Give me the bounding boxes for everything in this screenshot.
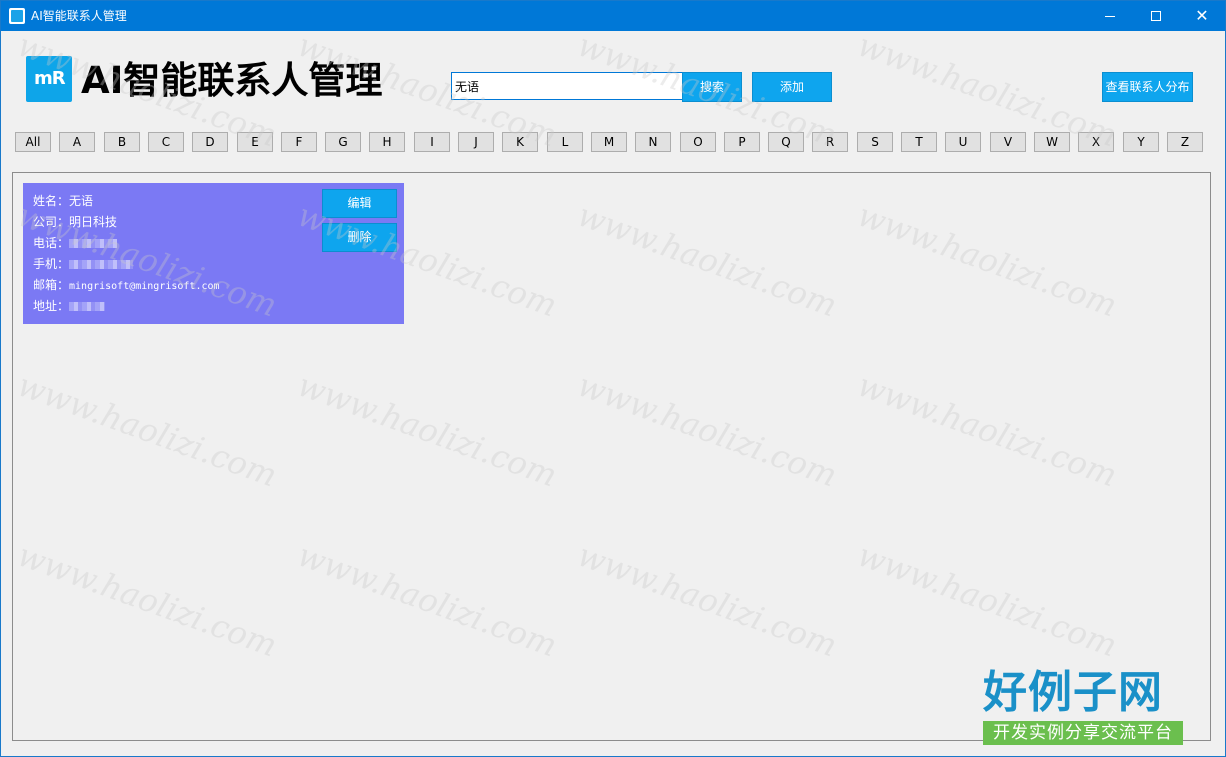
company-label: 公司： <box>33 215 70 229</box>
maximize-button[interactable] <box>1133 1 1179 31</box>
mobile-redacted <box>69 260 134 269</box>
contact-name-row: 姓名：无语 <box>33 193 93 209</box>
minimize-icon <box>1105 16 1115 17</box>
letter-button-w[interactable]: W <box>1034 132 1070 152</box>
letter-button-m[interactable]: M <box>591 132 627 152</box>
name-label: 姓名： <box>33 194 70 208</box>
phone-label: 电话： <box>33 236 70 250</box>
letter-button-k[interactable]: K <box>502 132 538 152</box>
minimize-button[interactable] <box>1087 1 1133 31</box>
phone-redacted <box>69 239 118 248</box>
email-label: 邮箱： <box>33 278 70 292</box>
letter-button-s[interactable]: S <box>857 132 893 152</box>
letter-button-l[interactable]: L <box>547 132 583 152</box>
letter-button-n[interactable]: N <box>635 132 671 152</box>
address-redacted <box>69 302 106 311</box>
contact-company: 明日科技 <box>69 215 118 229</box>
letter-button-f[interactable]: F <box>281 132 317 152</box>
close-icon: ✕ <box>1195 6 1209 25</box>
view-distribution-button[interactable]: 查看联系人分布 <box>1102 72 1193 102</box>
contact-phone-row: 电话： <box>33 235 118 251</box>
letter-button-all[interactable]: All <box>15 132 51 152</box>
app-logo: mR <box>26 56 72 102</box>
contact-email-row: 邮箱：mingrisoft@mingrisoft.com <box>33 277 220 295</box>
mobile-label: 手机： <box>33 257 70 271</box>
app-icon <box>9 8 25 24</box>
letter-button-q[interactable]: Q <box>768 132 804 152</box>
search-button[interactable]: 搜索 <box>682 72 742 102</box>
contact-company-row: 公司：明日科技 <box>33 214 117 230</box>
letter-button-d[interactable]: D <box>192 132 228 152</box>
maximize-icon <box>1151 11 1161 21</box>
letter-button-e[interactable]: E <box>237 132 273 152</box>
letter-button-u[interactable]: U <box>945 132 981 152</box>
delete-button[interactable]: 删除 <box>322 223 397 252</box>
letter-button-j[interactable]: J <box>458 132 494 152</box>
letter-button-h[interactable]: H <box>369 132 405 152</box>
search-input[interactable] <box>451 72 684 100</box>
close-button[interactable]: ✕ <box>1179 1 1225 31</box>
letter-button-o[interactable]: O <box>680 132 716 152</box>
letter-button-v[interactable]: V <box>990 132 1026 152</box>
letter-button-c[interactable]: C <box>148 132 184 152</box>
letter-button-y[interactable]: Y <box>1123 132 1159 152</box>
letter-button-z[interactable]: Z <box>1167 132 1203 152</box>
add-button[interactable]: 添加 <box>752 72 832 102</box>
logo-mark: mR <box>34 68 66 89</box>
app-window: AI智能联系人管理 ✕ mR AI智能联系人管理 搜索 添加 查看联系人分布 A… <box>0 0 1226 757</box>
letter-button-t[interactable]: T <box>901 132 937 152</box>
letter-button-p[interactable]: P <box>724 132 760 152</box>
title-bar[interactable]: AI智能联系人管理 ✕ <box>1 1 1225 31</box>
edit-button[interactable]: 编辑 <box>322 189 397 218</box>
contact-mobile-row: 手机： <box>33 256 134 272</box>
letter-button-x[interactable]: X <box>1078 132 1114 152</box>
contact-email: mingrisoft@mingrisoft.com <box>69 281 220 292</box>
contact-address-row: 地址： <box>33 298 106 314</box>
letter-button-a[interactable]: A <box>59 132 95 152</box>
letter-button-i[interactable]: I <box>414 132 450 152</box>
address-label: 地址： <box>33 299 70 313</box>
page-title: AI智能联系人管理 <box>81 59 383 102</box>
contact-name: 无语 <box>69 194 94 208</box>
letter-button-r[interactable]: R <box>812 132 848 152</box>
letter-filter-bar: All A B C D E F G H I J K L M N O P Q R … <box>15 132 1205 153</box>
letter-button-g[interactable]: G <box>325 132 361 152</box>
letter-button-b[interactable]: B <box>104 132 140 152</box>
window-title: AI智能联系人管理 <box>31 9 127 23</box>
